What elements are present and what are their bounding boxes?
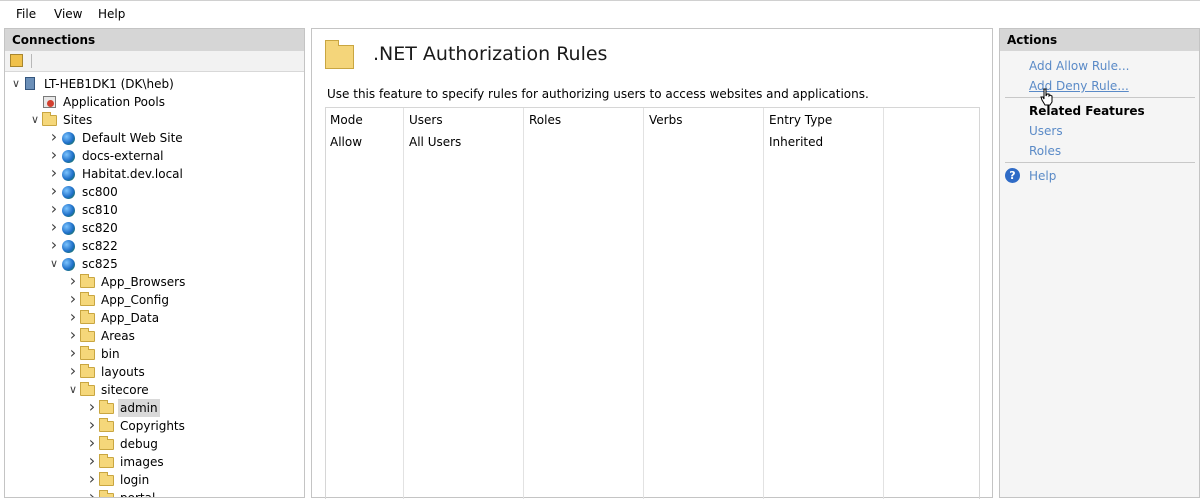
- column-header-roles[interactable]: Roles: [529, 113, 561, 127]
- menu-help[interactable]: Help: [98, 7, 125, 21]
- folder-icon: [80, 310, 96, 325]
- column-roles: Roles: [524, 108, 644, 499]
- tree-node-label: Areas: [101, 329, 135, 343]
- actions-header: Actions: [1000, 29, 1199, 51]
- cell-entry-type[interactable]: Inherited: [769, 135, 823, 149]
- tree-node-label: portal: [120, 491, 156, 498]
- folder-icon: [99, 436, 115, 451]
- tree-node-label: layouts: [101, 365, 145, 379]
- tree-node-label: Copyrights: [120, 419, 185, 433]
- cell-users[interactable]: All Users: [409, 135, 461, 149]
- folder-icon: [99, 454, 115, 469]
- tree-node-label: App_Data: [101, 311, 160, 325]
- tree-node-label: Sites: [63, 113, 93, 127]
- rules-grid: Mode Allow Users All Users Roles Verbs E…: [325, 107, 980, 499]
- expand-chevron-icon[interactable]: ›: [68, 363, 78, 381]
- connections-header: Connections: [5, 29, 304, 51]
- connect-icon[interactable]: [10, 54, 23, 67]
- tree-node-label: sc825: [82, 257, 118, 271]
- folder-icon: [80, 346, 96, 361]
- help-icon[interactable]: ?: [1005, 168, 1020, 183]
- column-header-mode[interactable]: Mode: [330, 113, 363, 127]
- tree-node-label: App_Config: [101, 293, 169, 307]
- tree-node-label: sc810: [82, 203, 118, 217]
- users-link[interactable]: Users: [1029, 124, 1063, 138]
- page-title: .NET Authorization Rules: [373, 43, 608, 65]
- feature-description: Use this feature to specify rules for au…: [327, 87, 869, 101]
- actions-panel: Actions Add Allow Rule... Add Deny Rule.…: [999, 28, 1200, 498]
- tree-node-label: login: [120, 473, 150, 487]
- tree-node-label: Habitat.dev.local: [82, 167, 183, 181]
- column-entry-type: Entry Type Inherited: [764, 108, 884, 499]
- app-pools-icon: [42, 95, 58, 109]
- cell-mode[interactable]: Allow: [330, 135, 362, 149]
- related-features-heading: Related Features: [1029, 104, 1145, 118]
- tree-node-label: sc800: [82, 185, 118, 199]
- folder-icon: [80, 274, 96, 289]
- roles-link[interactable]: Roles: [1029, 144, 1061, 158]
- folder-icon: [99, 472, 115, 487]
- collapse-chevron-icon[interactable]: ∨: [30, 111, 40, 129]
- hand-cursor-icon: [1040, 88, 1053, 106]
- expand-chevron-icon[interactable]: ›: [87, 489, 97, 498]
- tree-node-label: sitecore: [101, 383, 149, 397]
- website-icon: [61, 239, 77, 253]
- help-link[interactable]: Help: [1029, 169, 1056, 183]
- website-icon: [61, 167, 77, 181]
- feature-panel: .NET Authorization Rules Use this featur…: [311, 28, 993, 499]
- tree-node-label: LT-HEB1DK1 (DK\heb): [44, 77, 174, 91]
- tree-node-label: admin: [118, 399, 160, 417]
- folder-icon: [99, 490, 115, 497]
- website-icon: [61, 203, 77, 217]
- tree-node-label: bin: [101, 347, 120, 361]
- column-mode: Mode Allow: [326, 108, 404, 499]
- tree-node-label: App_Browsers: [101, 275, 186, 289]
- folder-icon: [80, 364, 96, 379]
- column-verbs: Verbs: [644, 108, 764, 499]
- website-icon: [61, 257, 77, 271]
- tree-node-label: debug: [120, 437, 158, 451]
- menu-bar: File View Help: [0, 0, 1200, 27]
- column-header-entry-type[interactable]: Entry Type: [769, 113, 832, 127]
- toolbar-divider: [31, 54, 32, 68]
- menu-view[interactable]: View: [54, 7, 82, 21]
- collapse-chevron-icon[interactable]: ∨: [68, 381, 78, 399]
- folder-icon: [99, 400, 115, 415]
- website-icon: [61, 221, 77, 235]
- folder-icon: [80, 382, 96, 397]
- column-header-users[interactable]: Users: [409, 113, 443, 127]
- menu-file[interactable]: File: [16, 7, 36, 21]
- folder-icon: [80, 328, 96, 343]
- website-icon: [61, 185, 77, 199]
- server-icon: [23, 77, 39, 91]
- folder-icon: [80, 292, 96, 307]
- actions-divider: [1005, 97, 1195, 98]
- feature-folder-icon: [325, 40, 354, 69]
- website-icon: [61, 131, 77, 145]
- tree-node-label: Default Web Site: [82, 131, 183, 145]
- website-icon: [61, 149, 77, 163]
- tree-node-label: Application Pools: [63, 95, 165, 109]
- tree-node-label: images: [120, 455, 164, 469]
- actions-divider-2: [1005, 162, 1195, 163]
- tree-node-label: sc820: [82, 221, 118, 235]
- column-users: Users All Users: [404, 108, 524, 499]
- add-allow-rule-link[interactable]: Add Allow Rule...: [1029, 59, 1129, 73]
- collapse-chevron-icon[interactable]: ∨: [49, 255, 59, 273]
- tree-node-label: docs-external: [82, 149, 164, 163]
- expand-chevron-icon[interactable]: ›: [49, 237, 59, 255]
- column-header-verbs[interactable]: Verbs: [649, 113, 682, 127]
- collapse-chevron-icon[interactable]: ∨: [11, 75, 21, 93]
- folder-icon: [99, 418, 115, 433]
- tree-node-label: sc822: [82, 239, 118, 253]
- connections-panel: Connections ∨ LT-HEB1DK1 (DK\heb) Applicat…: [4, 28, 305, 498]
- sites-folder-icon: [42, 112, 58, 127]
- connections-toolbar: [5, 51, 304, 72]
